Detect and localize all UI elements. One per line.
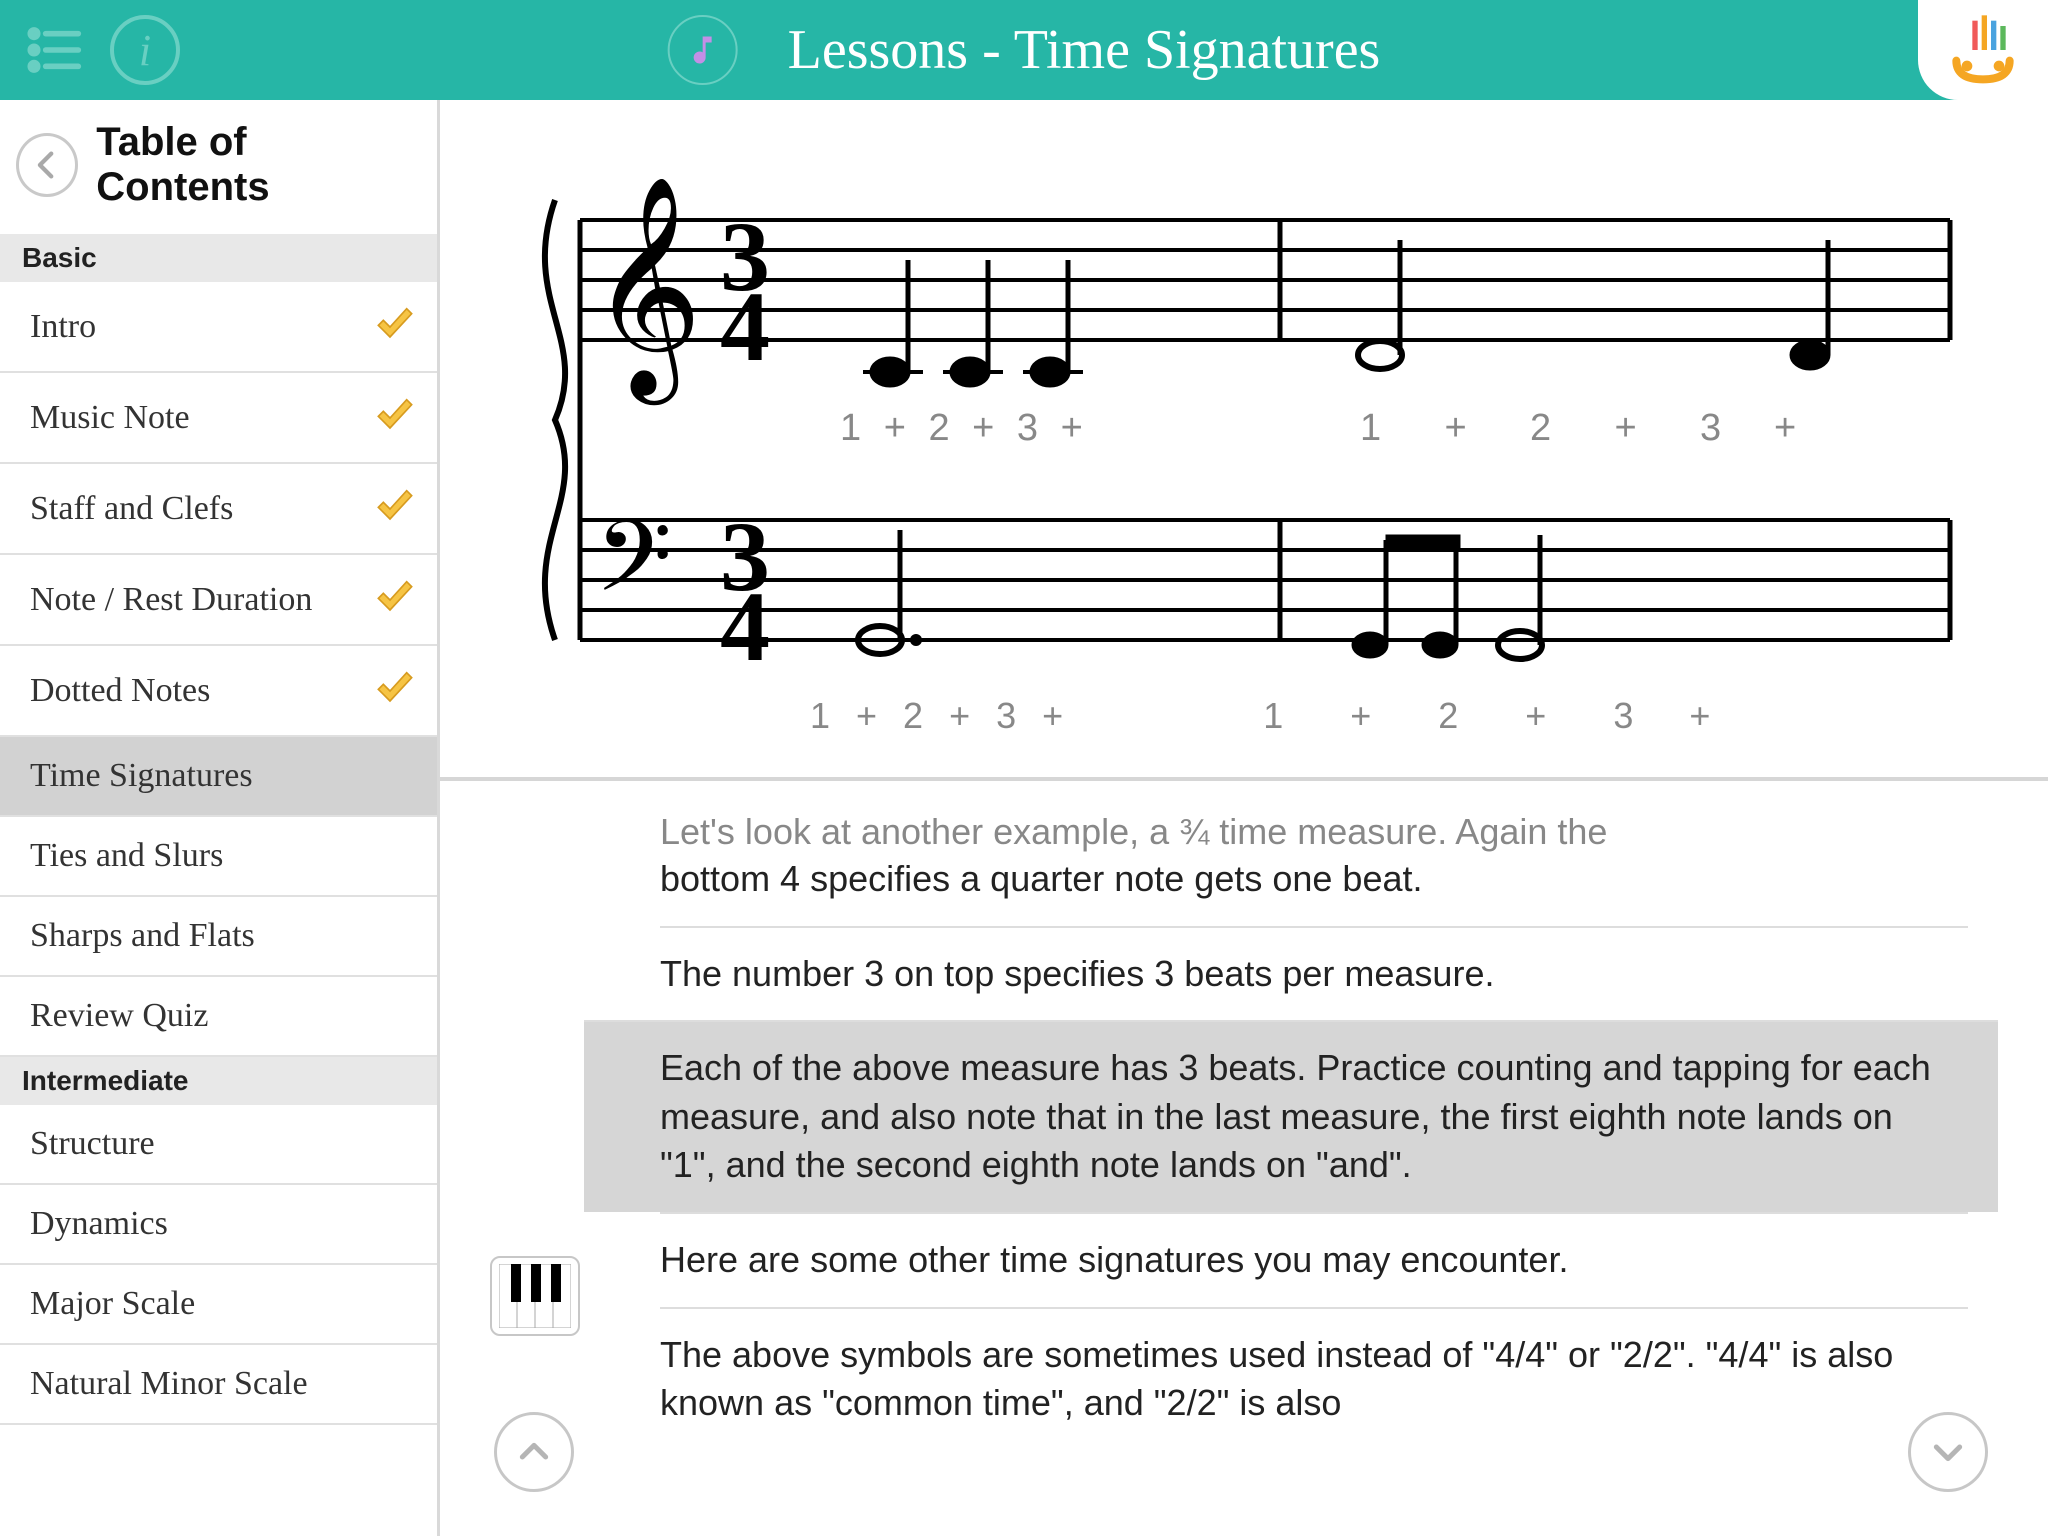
toc-item[interactable]: Note / Rest Duration [0,555,437,646]
lesson-text[interactable]: Let's look at another example, a ¾ time … [440,781,2048,1536]
toc-item[interactable]: Structure [0,1105,437,1185]
toc-item-label: Music Note [30,399,190,437]
info-icon[interactable]: i [110,15,180,85]
toc-item[interactable]: Sharps and Flats [0,897,437,977]
menu-icon[interactable] [20,15,90,85]
toc-item-label: Natural Minor Scale [30,1365,308,1403]
toc-item[interactable]: Staff and Clefs [0,464,437,555]
music-staff-illustration: 𝄞 𝄢 3 4 3 4 [440,100,2048,781]
page-title-text: Lessons - Time Signatures [788,18,1381,82]
check-icon [375,393,415,442]
toc-item-label: Structure [30,1125,155,1163]
main-content: 𝄞 𝄢 3 4 3 4 [440,100,2048,1536]
toc-item[interactable]: Natural Minor Scale [0,1345,437,1425]
paragraph-cut: Let's look at another example, a ¾ time … [660,811,1968,855]
piano-button[interactable] [490,1256,580,1336]
toc-item-label: Ties and Slurs [30,837,223,875]
toc-section-label: Intermediate [0,1057,437,1105]
toc-item-label: Dynamics [30,1205,168,1243]
toc-item[interactable]: Review Quiz [0,977,437,1057]
toc-item[interactable]: Ties and Slurs [0,817,437,897]
paragraph: The number 3 on top specifies 3 beats pe… [660,926,1968,1021]
check-icon [375,666,415,715]
svg-text:𝄢: 𝄢 [595,503,672,636]
check-icon [375,484,415,533]
paragraph: bottom 4 specifies a quarter note gets o… [660,855,1968,926]
check-icon [375,575,415,624]
toc-item-label: Major Scale [30,1285,195,1323]
toc-item[interactable]: Music Note [0,373,437,464]
music-note-icon [668,15,738,85]
toc-item-label: Review Quiz [30,997,208,1035]
back-icon[interactable] [16,133,78,197]
svg-text:1 + 2 + 3 +: 1 + 2 + 3 + [840,407,1089,449]
toc-item[interactable]: Time Signatures [0,737,437,817]
paragraph: The above symbols are sometimes used ins… [660,1307,1968,1450]
app-header: i Lessons - Time Signatures [0,0,2048,100]
app-logo[interactable] [1918,0,2048,100]
toc-section-label: Basic [0,234,437,282]
toc-item-label: Time Signatures [30,757,253,795]
beat-count-bass: 1 + 2 + 3 + 1 + 2 + 3 + [810,695,1711,736]
toc-item-label: Note / Rest Duration [30,581,312,619]
scroll-up-icon[interactable] [494,1412,574,1492]
toc-item[interactable]: Intro [0,282,437,373]
scroll-down-icon[interactable] [1908,1412,1988,1492]
toc-item[interactable]: Major Scale [0,1265,437,1345]
toc-item[interactable]: Dotted Notes [0,646,437,737]
sidebar: Table of Contents Basic Intro Music Note St… [0,100,440,1536]
toc-item-label: Staff and Clefs [30,490,233,528]
svg-text:4: 4 [720,571,770,682]
paragraph: Here are some other time signatures you … [660,1212,1968,1307]
svg-text:𝄞: 𝄞 [590,179,702,405]
svg-text:1 + 2 + 3: 1 + 2 + 3 + [1360,407,1796,449]
toc-item-label: Dotted Notes [30,672,210,710]
svg-text:4: 4 [720,271,770,382]
paragraph-highlight: Each of the above measure has 3 beats. P… [584,1020,1998,1212]
toc-title: Table of Contents [96,120,421,210]
check-icon [375,302,415,351]
toc-item-label: Intro [30,308,96,346]
toc-item[interactable]: Dynamics [0,1185,437,1265]
toc-item-label: Sharps and Flats [30,917,255,955]
page-title: Lessons - Time Signatures [668,15,1381,85]
